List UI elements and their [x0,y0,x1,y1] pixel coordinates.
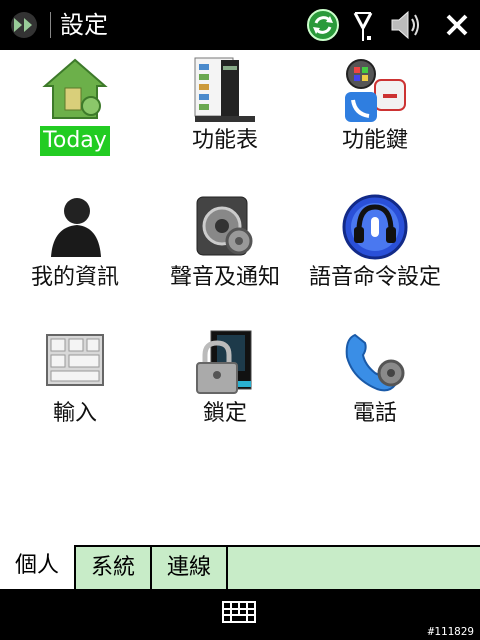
setting-label: Today [40,126,110,156]
setting-label: 輸入 [52,401,97,426]
phone-icon [345,333,405,392]
settings-grid: Today 功能表 功能鍵 我的資訊 聲音及通知 語音命令設定 輸入 鎖定 電話 [0,50,480,545]
bottom-bar: #111829 [0,589,480,640]
signal-icon[interactable] [346,8,380,42]
setting-label: 我的資訊 [30,265,119,290]
owner-info-icon [51,198,101,257]
tab-bar: 個人 系統 連線 [0,545,480,589]
title-separator [50,12,51,38]
voice-command-icon [342,194,408,260]
sounds-icon [196,196,253,256]
close-icon[interactable] [440,8,474,42]
tab-system[interactable]: 系統 [76,547,152,589]
watermark: #111829 [427,625,474,638]
setting-label: 語音命令設定 [308,265,441,290]
setting-label: 功能表 [191,128,258,153]
setting-label: 功能鍵 [341,128,408,153]
setting-label: 聲音及通知 [169,265,280,290]
menu-icon [194,57,255,122]
keyboard-icon[interactable] [222,601,256,623]
page-title: 設定 [60,11,108,39]
buttons-icon [345,59,406,122]
today-house-icon [42,58,108,119]
setting-label: 電話 [352,401,397,426]
top-bar: 設定 [0,0,480,50]
start-icon[interactable] [6,10,42,40]
lock-icon [196,330,252,394]
volume-icon[interactable] [388,8,422,42]
input-icon [46,334,104,386]
setting-label: 鎖定 [202,401,247,426]
sync-icon[interactable] [306,8,340,42]
tab-personal[interactable]: 個人 [0,545,76,589]
tab-connections[interactable]: 連線 [152,547,228,589]
